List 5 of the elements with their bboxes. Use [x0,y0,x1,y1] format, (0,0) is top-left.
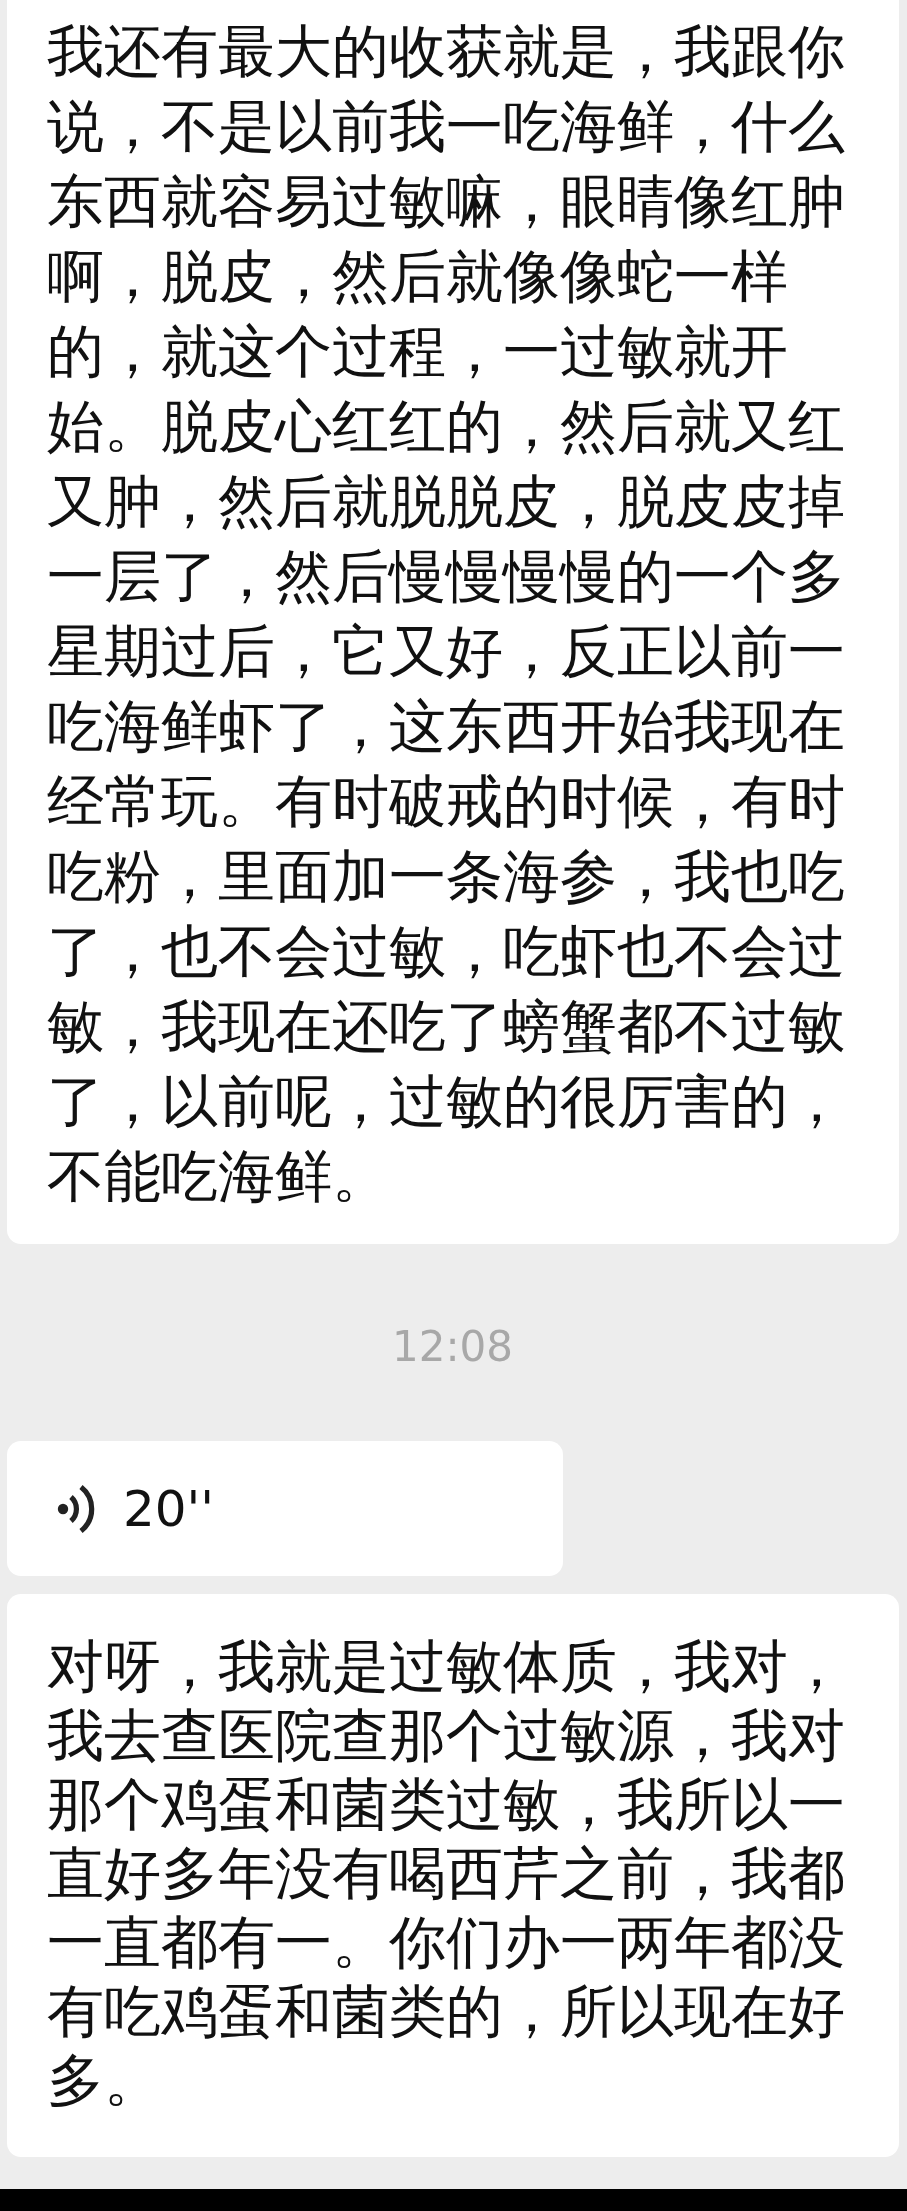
timestamp: 12:08 [391,1322,513,1371]
voice-message[interactable]: 20'' [7,1441,563,1576]
message-bubble: 我还有最大的收获就是，我跟你说，不是以前我一吃海鲜，什么东西就容易过敏嘛，眼睛像红肿啊，脱皮，然后就像像蛇一样的，就这个过程，一过敏就开始。脱皮心红红的，然后就又红又肿，然后就脱脱皮，脱皮皮掉一层了，然后慢慢慢慢的一个多星期过后，它又好，反正以前一吃海鲜虾了，这东西开始我现在经常玩。有时破戒的时候，有时吃粉，里面加一条海参，我也吃了，也不会过敏，吃虾也不会过敏，我现在还吃了螃蟹都不过敏了，以前呢，过敏的很厉害的，不能吃海鲜。 [7,0,899,1244]
voice-duration: 20'' [123,1479,215,1538]
message-bubble: 对呀，我就是过敏体质，我对，我去查医院查那个过敏源，我对那个鸡蛋和菌类过敏，我所以一直好多年没有喝西芹之前，我都一直都有一。你们办一两年都没有吃鸡蛋和菌类的，所以现在好多。 [7,1594,899,2157]
